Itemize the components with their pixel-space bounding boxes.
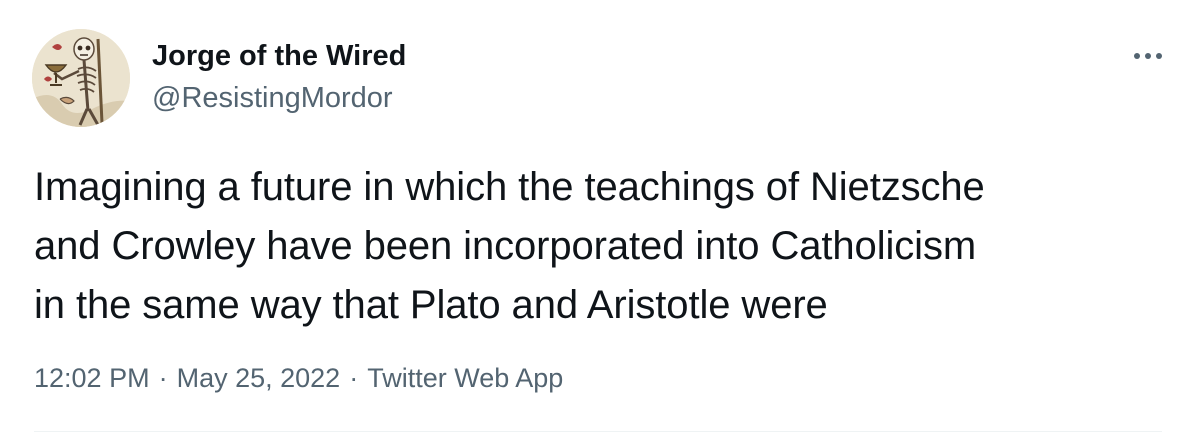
meta-separator: · <box>158 363 168 393</box>
tweet-metadata: 12:02 PM · May 25, 2022 · Twitter Web App <box>34 361 563 395</box>
tweet-text: Imagining a future in which the teaching… <box>34 158 1174 335</box>
author-handle[interactable]: @ResistingMordor <box>152 80 393 116</box>
more-horizontal-icon <box>1134 53 1162 59</box>
divider <box>34 431 1162 432</box>
tweet-text-line: Imagining a future in which the teaching… <box>34 165 985 209</box>
tweet-card: Jorge of the Wired @ResistingMordor Imag… <box>0 0 1196 440</box>
more-options-button[interactable] <box>1128 42 1168 70</box>
meta-separator: · <box>349 363 359 393</box>
tweet-text-line: in the same way that Plato and Aristotle… <box>34 283 828 327</box>
author-display-name[interactable]: Jorge of the Wired <box>152 38 406 74</box>
avatar[interactable] <box>32 29 130 127</box>
tweet-time[interactable]: 12:02 PM <box>34 363 150 393</box>
medieval-skeleton-icon <box>32 29 130 127</box>
tweet-date[interactable]: May 25, 2022 <box>177 363 341 393</box>
tweet-text-line: and Crowley have been incorporated into … <box>34 224 977 268</box>
tweet-source-link[interactable]: Twitter Web App <box>367 363 563 393</box>
